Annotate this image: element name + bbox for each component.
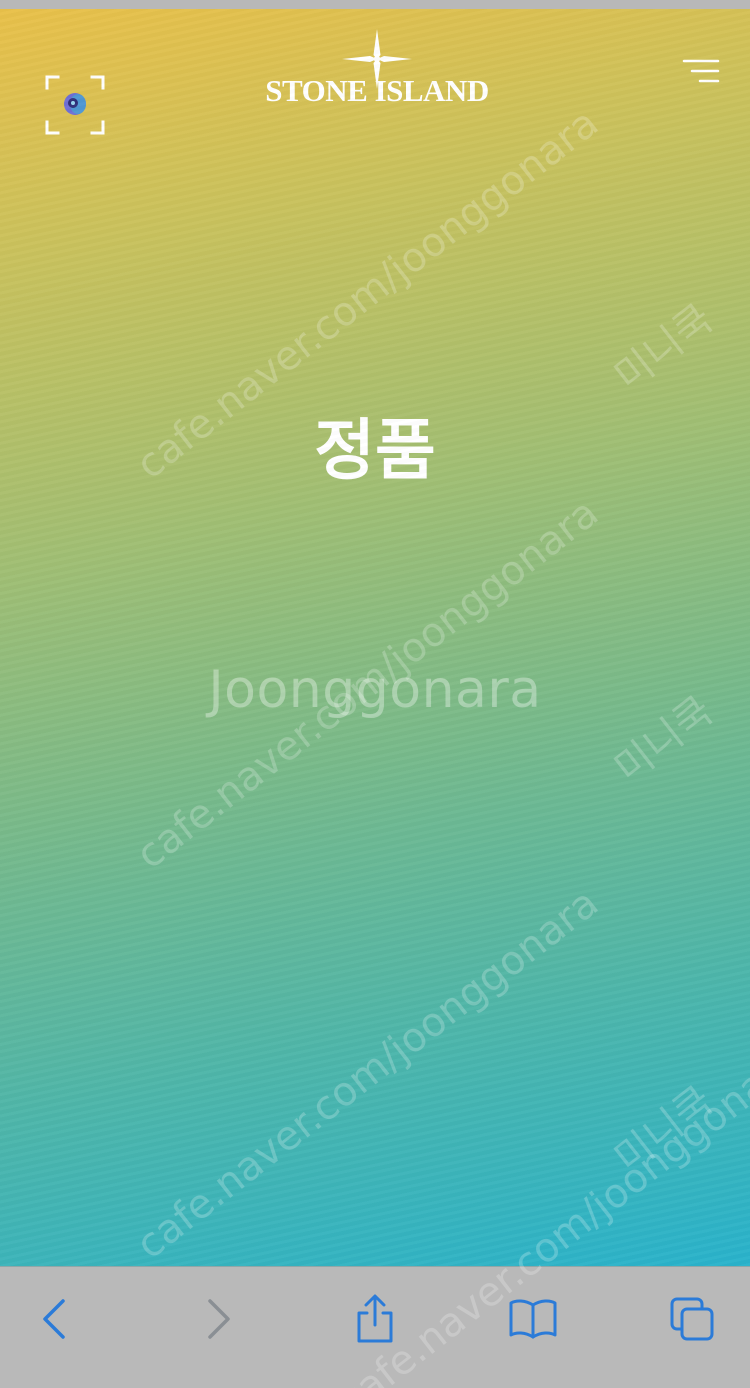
share-icon bbox=[357, 1294, 393, 1343]
bookmarks-button[interactable] bbox=[503, 1289, 563, 1349]
menu-button[interactable] bbox=[680, 57, 722, 87]
back-chevron-icon bbox=[43, 1299, 65, 1339]
web-content[interactable]: STONE ISLAND 정품 bbox=[0, 9, 750, 1266]
browser-toolbar bbox=[0, 1266, 750, 1388]
tabs-button[interactable] bbox=[662, 1289, 722, 1349]
status-strip bbox=[0, 0, 750, 9]
forward-button[interactable] bbox=[188, 1289, 248, 1349]
forward-chevron-icon bbox=[208, 1299, 230, 1339]
share-button[interactable] bbox=[345, 1289, 405, 1349]
tabs-icon bbox=[670, 1297, 714, 1341]
authentic-headline: 정품 bbox=[314, 412, 436, 489]
camera-scan-button[interactable] bbox=[44, 74, 106, 136]
bookmarks-icon bbox=[509, 1299, 557, 1339]
camera-scan-icon bbox=[45, 75, 105, 135]
page: STONE ISLAND 정품 cafe.naver.com/joonggona… bbox=[0, 0, 750, 1388]
brand-name: STONE ISLAND bbox=[265, 73, 489, 108]
back-button[interactable] bbox=[25, 1289, 85, 1349]
hamburger-menu-icon bbox=[682, 59, 720, 83]
brand-logo[interactable]: STONE ISLAND bbox=[262, 29, 492, 115]
